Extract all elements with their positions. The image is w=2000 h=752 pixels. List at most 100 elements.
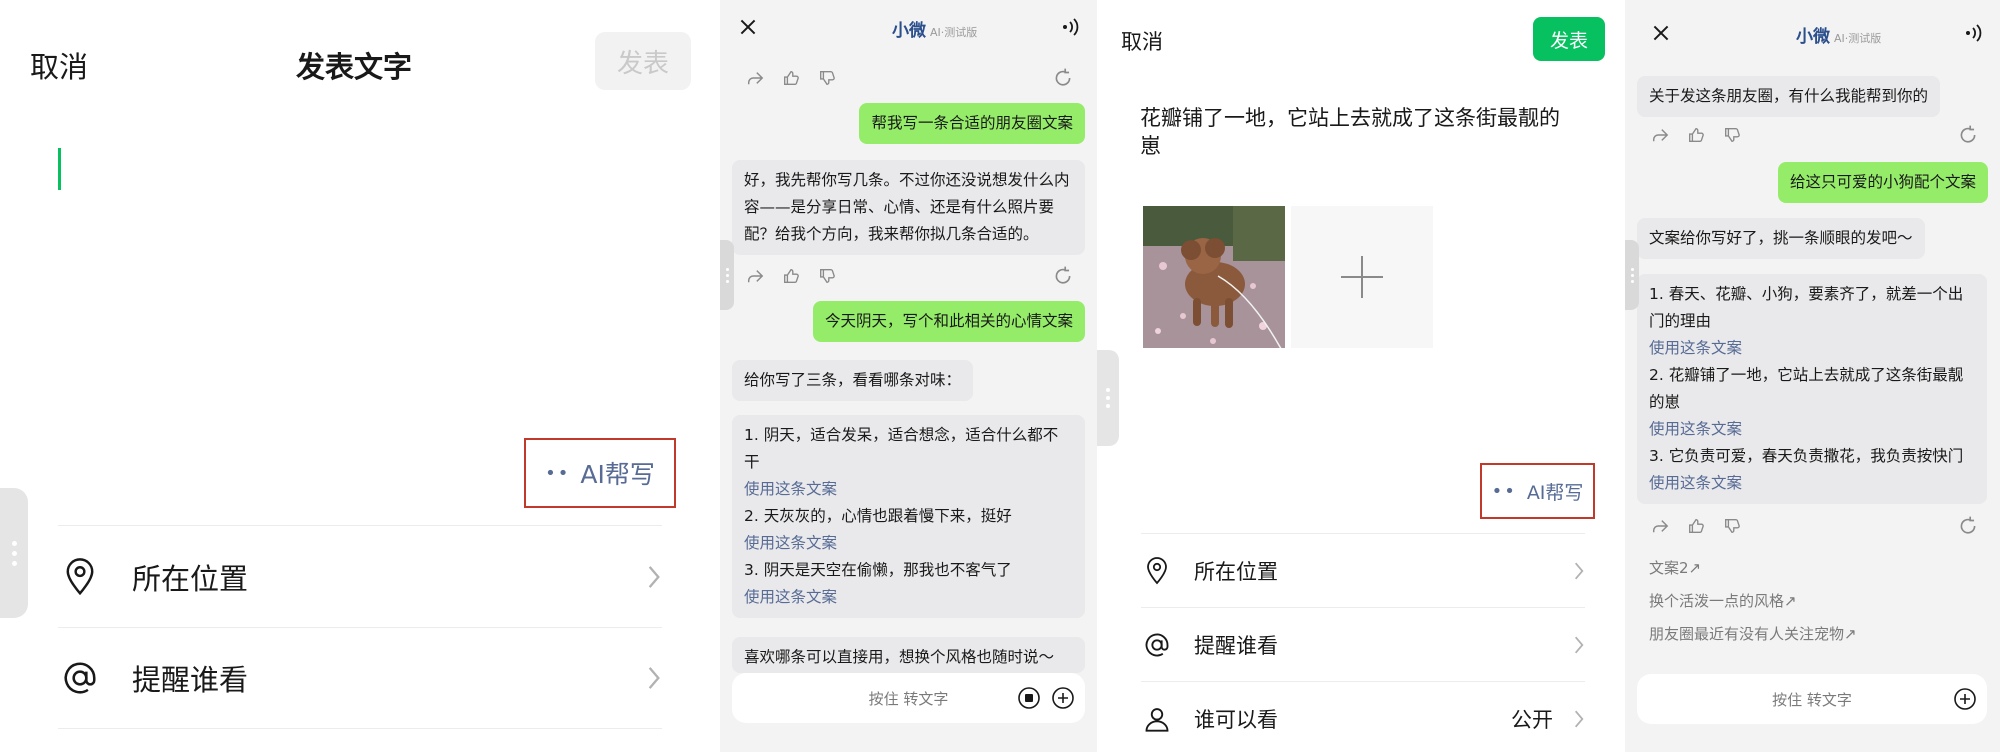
chat-header: 小微 AI·测试版 — [1625, 0, 2000, 56]
at-sign-icon — [58, 659, 102, 697]
add-photo-button[interactable] — [1291, 206, 1433, 348]
ai-chat-panel-photo: 小微 AI·测试版 关于发这条朋友圈，有什么我能帮到你的 给这只可爱的小狗配个文案… — [1625, 0, 2000, 752]
voice-input-bar[interactable]: 按住 转文字 — [1637, 674, 1987, 724]
compose-photo-screen: 取消 发表 花瓣铺了一地，它站上去就成了这条街最靓的崽 •• AI帮写 所在位置… — [1097, 0, 1625, 752]
page-title: 发表文字 — [296, 50, 413, 84]
user-message: 今天阴天，写个和此相关的心情文案 — [812, 301, 1085, 342]
user-message: 给这只可爱的小狗配个文案 — [1777, 162, 1988, 203]
use-this-text-link[interactable]: 使用这条文案 — [1649, 335, 1975, 362]
refresh-icon[interactable] — [1052, 67, 1074, 89]
dog-photo[interactable] — [1143, 206, 1285, 348]
location-pin-icon — [1141, 556, 1173, 585]
ai-options-message: 1. 春天、花瓣、小狗，要素齐了，就差一个出门的理由 使用这条文案 2. 花瓣铺… — [1637, 274, 1987, 504]
use-this-text-link[interactable]: 使用这条文案 — [744, 530, 1073, 557]
plus-circle-icon[interactable] — [1953, 687, 1977, 711]
message-actions — [744, 66, 1074, 90]
ai-sparkle-icon: •• — [1491, 480, 1517, 502]
row-visibility-label: 谁可以看 — [1194, 707, 1278, 732]
speaker-icon[interactable] — [1060, 16, 1082, 38]
chevron-right-icon — [1573, 709, 1585, 729]
text-cursor[interactable] — [58, 148, 61, 190]
row-location[interactable]: 所在位置 — [1141, 533, 1585, 607]
ai-message: 文案给你写好了，挑一条顺眼的发吧～ — [1637, 218, 1925, 259]
beta-badge: AI·测试版 — [1834, 32, 1882, 45]
at-sign-icon — [1141, 631, 1173, 659]
thumbs-down-icon[interactable] — [1721, 124, 1743, 146]
chat-title: 小微 AI·测试版 — [1796, 22, 1881, 47]
ai-help-label: AI帮写 — [580, 460, 655, 489]
ai-message: 喜欢哪条可以直接用，想换个风格也随时说～ — [732, 637, 1085, 673]
compose-text-screen: 取消 发表文字 发表 •• AI帮写 所在位置 提醒谁看 — [0, 0, 720, 752]
row-visibility[interactable]: 谁可以看 公开 — [1141, 681, 1585, 752]
chevron-right-icon — [1573, 561, 1585, 581]
use-this-text-link[interactable]: 使用这条文案 — [744, 584, 1073, 611]
close-icon[interactable] — [737, 16, 759, 38]
row-mention-label: 提醒谁看 — [132, 663, 249, 697]
option-text: 2. 天灰灰的，心情也跟着慢下来，挺好 — [744, 507, 1012, 525]
chat-title-text: 小微 — [1796, 27, 1830, 47]
publish-button[interactable]: 发表 — [1533, 17, 1605, 61]
side-drag-handle[interactable] — [0, 488, 28, 618]
row-mention[interactable]: 提醒谁看 — [58, 627, 662, 729]
visibility-value: 公开 — [1511, 707, 1553, 732]
message-actions — [1649, 514, 1979, 538]
side-drag-handle[interactable] — [1097, 350, 1119, 446]
share-icon[interactable] — [1649, 515, 1671, 537]
ai-help-write-button[interactable]: •• AI帮写 — [524, 438, 676, 508]
side-drag-handle[interactable] — [1625, 240, 1639, 310]
thumbs-up-icon[interactable] — [1685, 515, 1707, 537]
row-location-label: 所在位置 — [132, 561, 249, 596]
close-icon[interactable] — [1650, 22, 1672, 44]
suggestion-chip[interactable]: 换个活泼一点的风格↗ — [1649, 590, 1797, 611]
refresh-icon[interactable] — [1052, 265, 1074, 287]
input-placeholder: 按住 转文字 — [868, 689, 949, 708]
thumbs-up-icon[interactable] — [1685, 124, 1707, 146]
ai-sparkle-icon: •• — [545, 462, 571, 484]
row-mention[interactable]: 提醒谁看 — [1141, 607, 1585, 681]
ai-options-message: 1. 阴天，适合发呆，适合想念，适合什么都不干 使用这条文案 2. 天灰灰的，心… — [732, 415, 1085, 618]
ai-message: 关于发这条朋友圈，有什么我能帮到你的 — [1637, 76, 1941, 117]
thumbs-down-icon[interactable] — [816, 67, 838, 89]
ai-help-write-button[interactable]: •• AI帮写 — [1480, 463, 1595, 519]
publish-button-disabled[interactable]: 发表 — [595, 32, 691, 90]
chat-title-text: 小微 — [892, 21, 926, 41]
beta-badge: AI·测试版 — [930, 26, 978, 39]
use-this-text-link[interactable]: 使用这条文案 — [1649, 470, 1975, 497]
plus-icon — [1341, 256, 1383, 298]
suggestion-chip[interactable]: 朋友圈最近有没有人关注宠物↗ — [1649, 623, 1857, 644]
option-text: 1. 阴天，适合发呆，适合想念，适合什么都不干 — [744, 426, 1059, 471]
chevron-right-icon — [646, 665, 662, 691]
plus-circle-icon[interactable] — [1051, 686, 1075, 710]
use-this-text-link[interactable]: 使用这条文案 — [744, 476, 1073, 503]
post-text[interactable]: 花瓣铺了一地，它站上去就成了这条街最靓的崽 — [1140, 104, 1580, 160]
refresh-icon[interactable] — [1957, 515, 1979, 537]
row-location[interactable]: 所在位置 — [58, 525, 662, 627]
person-icon — [1141, 705, 1173, 733]
thumbs-up-icon[interactable] — [780, 67, 802, 89]
location-pin-icon — [58, 557, 102, 596]
cancel-button[interactable]: 取消 — [1121, 26, 1163, 56]
cancel-button[interactable]: 取消 — [30, 44, 88, 86]
option-text: 3. 阴天是天空在偷懒，那我也不客气了 — [744, 561, 1012, 579]
chat-header: 小微 AI·测试版 — [720, 0, 1097, 56]
speaker-icon[interactable] — [1963, 22, 1985, 44]
share-icon[interactable] — [1649, 124, 1671, 146]
input-placeholder: 按住 转文字 — [1772, 690, 1852, 709]
ai-help-label: AI帮写 — [1526, 481, 1584, 504]
side-drag-handle[interactable] — [720, 240, 734, 310]
thumbs-down-icon[interactable] — [816, 265, 838, 287]
share-icon[interactable] — [744, 67, 766, 89]
ai-message: 好，我先帮你写几条。不过你还没说想发什么内容——是分享日常、心情、还是有什么照片… — [732, 160, 1085, 255]
refresh-icon[interactable] — [1957, 124, 1979, 146]
suggestion-chip[interactable]: 文案2↗ — [1649, 557, 1701, 578]
row-mention-label: 提醒谁看 — [1194, 633, 1278, 658]
row-location-label: 所在位置 — [1194, 559, 1278, 584]
share-icon[interactable] — [744, 265, 766, 287]
stop-icon[interactable] — [1017, 686, 1041, 710]
use-this-text-link[interactable]: 使用这条文案 — [1649, 416, 1975, 443]
option-text: 2. 花瓣铺了一地，它站上去就成了这条街最靓的崽 — [1649, 366, 1964, 411]
voice-input-bar[interactable]: 按住 转文字 — [732, 673, 1085, 723]
thumbs-down-icon[interactable] — [1721, 515, 1743, 537]
thumbs-up-icon[interactable] — [780, 265, 802, 287]
option-text: 3. 它负责可爱，春天负责撒花，我负责按快门 — [1649, 447, 1964, 465]
